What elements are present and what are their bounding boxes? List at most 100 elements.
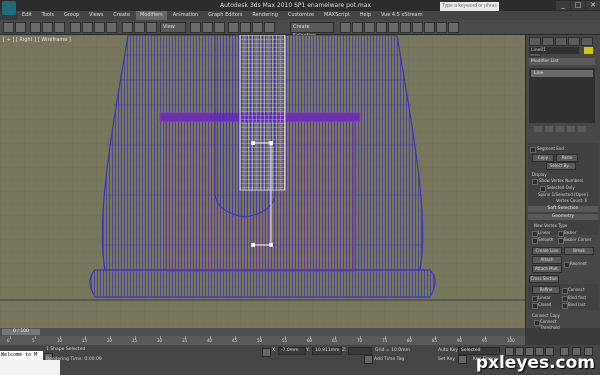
object-color-swatch[interactable] (584, 47, 593, 54)
show-end-result-icon[interactable] (545, 126, 553, 132)
create-tab-icon[interactable] (529, 37, 541, 46)
z-coordinate-field[interactable] (348, 347, 372, 355)
motion-tab-icon[interactable] (568, 37, 580, 46)
watermark: pxleyes.com (475, 353, 595, 373)
show-vertex-numbers-checkbox[interactable] (532, 179, 538, 185)
x-coordinate-field[interactable]: -7.0mm (278, 347, 306, 355)
app-logo-icon[interactable] (2, 1, 16, 15)
remove-modifier-icon[interactable] (567, 126, 575, 132)
schematic-view-icon[interactable] (400, 22, 411, 33)
close-button[interactable]: ✕ (586, 1, 600, 10)
menu-vue[interactable]: Vue 4.5 xStream (377, 11, 427, 20)
copy-button[interactable]: Copy (532, 154, 554, 162)
mirror-icon[interactable] (340, 22, 351, 33)
unlink-icon[interactable] (42, 22, 53, 33)
add-time-tag[interactable]: Add Time Tag (374, 357, 404, 362)
time-slider[interactable]: 0 / 100 (0, 328, 525, 336)
angle-snap-icon[interactable] (240, 22, 251, 33)
bezier-corner-radio-label: Bezier Corner (564, 237, 592, 242)
menu-graph-editors[interactable]: Graph Editors (204, 11, 246, 20)
set-key-icon[interactable] (458, 355, 467, 364)
menu-tools[interactable]: Tools (38, 11, 58, 20)
search-input[interactable] (440, 2, 499, 11)
viewport-right[interactable]: [ + ] [ Right ] [ Wireframe ] (0, 35, 525, 328)
reorient-label: Reorient (570, 261, 587, 266)
geometry-rollout-header[interactable]: Geometry (528, 214, 598, 220)
window-crossing-icon[interactable] (106, 22, 117, 33)
absolute-mode-icon[interactable] (262, 348, 271, 357)
modify-tab-icon[interactable] (542, 37, 554, 46)
align-icon[interactable] (352, 22, 363, 33)
refine-button[interactable]: Refine (532, 286, 560, 294)
y-coordinate-field[interactable]: 10.911mm (312, 347, 342, 355)
display-tab-icon[interactable] (581, 37, 593, 46)
break-button[interactable]: Break (564, 247, 594, 255)
redo-icon[interactable] (15, 22, 26, 33)
cross-section-button[interactable]: Cross Section (529, 275, 559, 283)
graphite-toggle-icon[interactable] (376, 22, 387, 33)
move-icon[interactable] (122, 22, 133, 33)
named-selection-sets[interactable]: Create Selection (290, 22, 334, 39)
snap-toggle-icon[interactable] (228, 22, 239, 33)
menu-create[interactable]: Create (109, 11, 134, 20)
menu-animation[interactable]: Animation (169, 11, 203, 20)
minimize-button[interactable]: _ (556, 1, 570, 10)
menu-modifiers[interactable]: Modifiers (135, 11, 167, 20)
menu-views[interactable]: Views (85, 11, 107, 20)
select-by-name-icon[interactable] (82, 22, 93, 33)
spline-vertex (251, 243, 255, 247)
spinner-snap-icon[interactable] (264, 22, 275, 33)
maximize-button[interactable]: □ (571, 1, 585, 10)
spline-vertex (269, 243, 273, 247)
track-bar[interactable]: 0 5 10 15 20 25 30 35 40 45 50 55 60 65 70 75 80 85 90 95 10… (0, 336, 525, 345)
paste-button[interactable]: Paste (556, 154, 578, 162)
select-by-button[interactable]: Select By... (546, 162, 576, 170)
hierarchy-tab-icon[interactable] (555, 37, 567, 46)
material-editor-icon[interactable] (412, 22, 423, 33)
create-line-button[interactable]: Create Line (532, 247, 562, 255)
attach-mult-button[interactable]: Attach Mult. (532, 265, 562, 273)
track-tick-label: 70 (357, 338, 363, 343)
configure-sets-icon[interactable] (578, 126, 586, 132)
render-setup-icon[interactable] (424, 22, 435, 33)
track-tick-label: 0 (7, 338, 10, 343)
region-select-icon[interactable] (94, 22, 105, 33)
scale-icon[interactable] (146, 22, 157, 33)
select-manipulate-icon[interactable] (202, 22, 213, 33)
rotate-icon[interactable] (134, 22, 145, 33)
select-icon[interactable] (70, 22, 81, 33)
menu-group[interactable]: Group (60, 11, 83, 20)
attach-button[interactable]: Attach (532, 256, 562, 264)
menu-customize[interactable]: Customize (284, 11, 318, 20)
threshold-label: Threshold (540, 325, 560, 330)
bind-space-warp-icon[interactable] (54, 22, 65, 33)
segment-end-checkbox[interactable] (530, 147, 536, 153)
render-icon[interactable] (448, 22, 459, 33)
menu-edit[interactable]: Edit (18, 11, 36, 20)
pin-stack-icon[interactable] (534, 126, 542, 132)
time-tag-icon[interactable] (364, 355, 373, 364)
object-name-field[interactable]: Line01 (529, 47, 579, 54)
curve-editor-icon[interactable] (388, 22, 399, 33)
make-unique-icon[interactable] (556, 126, 564, 132)
menu-help[interactable]: Help (356, 11, 375, 20)
track-tick-label: 75 (382, 338, 388, 343)
keyboard-shortcut-icon[interactable] (214, 22, 225, 33)
viewport-label[interactable]: [ + ] [ Right ] [ Wireframe ] (3, 37, 71, 43)
main-toolbar: View Create Selection (0, 20, 600, 39)
wireframe-drawing[interactable] (0, 35, 525, 328)
time-slider-thumb[interactable]: 0 / 100 (2, 329, 40, 335)
link-icon[interactable] (30, 22, 41, 33)
reference-coordinate-select[interactable]: View (160, 22, 186, 33)
percent-snap-icon[interactable] (252, 22, 263, 33)
rendered-frame-icon[interactable] (436, 22, 447, 33)
undo-icon[interactable] (3, 22, 14, 33)
stack-item-line[interactable]: Line (531, 70, 593, 77)
layer-manager-icon[interactable] (364, 22, 375, 33)
maxscript-listener[interactable]: Welcome to M (0, 351, 43, 360)
menu-maxscript[interactable]: MAXScript (320, 11, 354, 20)
soft-selection-rollout-header[interactable]: Soft Selection (528, 206, 598, 212)
menu-rendering[interactable]: Rendering (248, 11, 282, 20)
pivot-center-icon[interactable] (190, 22, 201, 33)
modifier-list-dropdown[interactable]: Modifier List (529, 58, 595, 65)
